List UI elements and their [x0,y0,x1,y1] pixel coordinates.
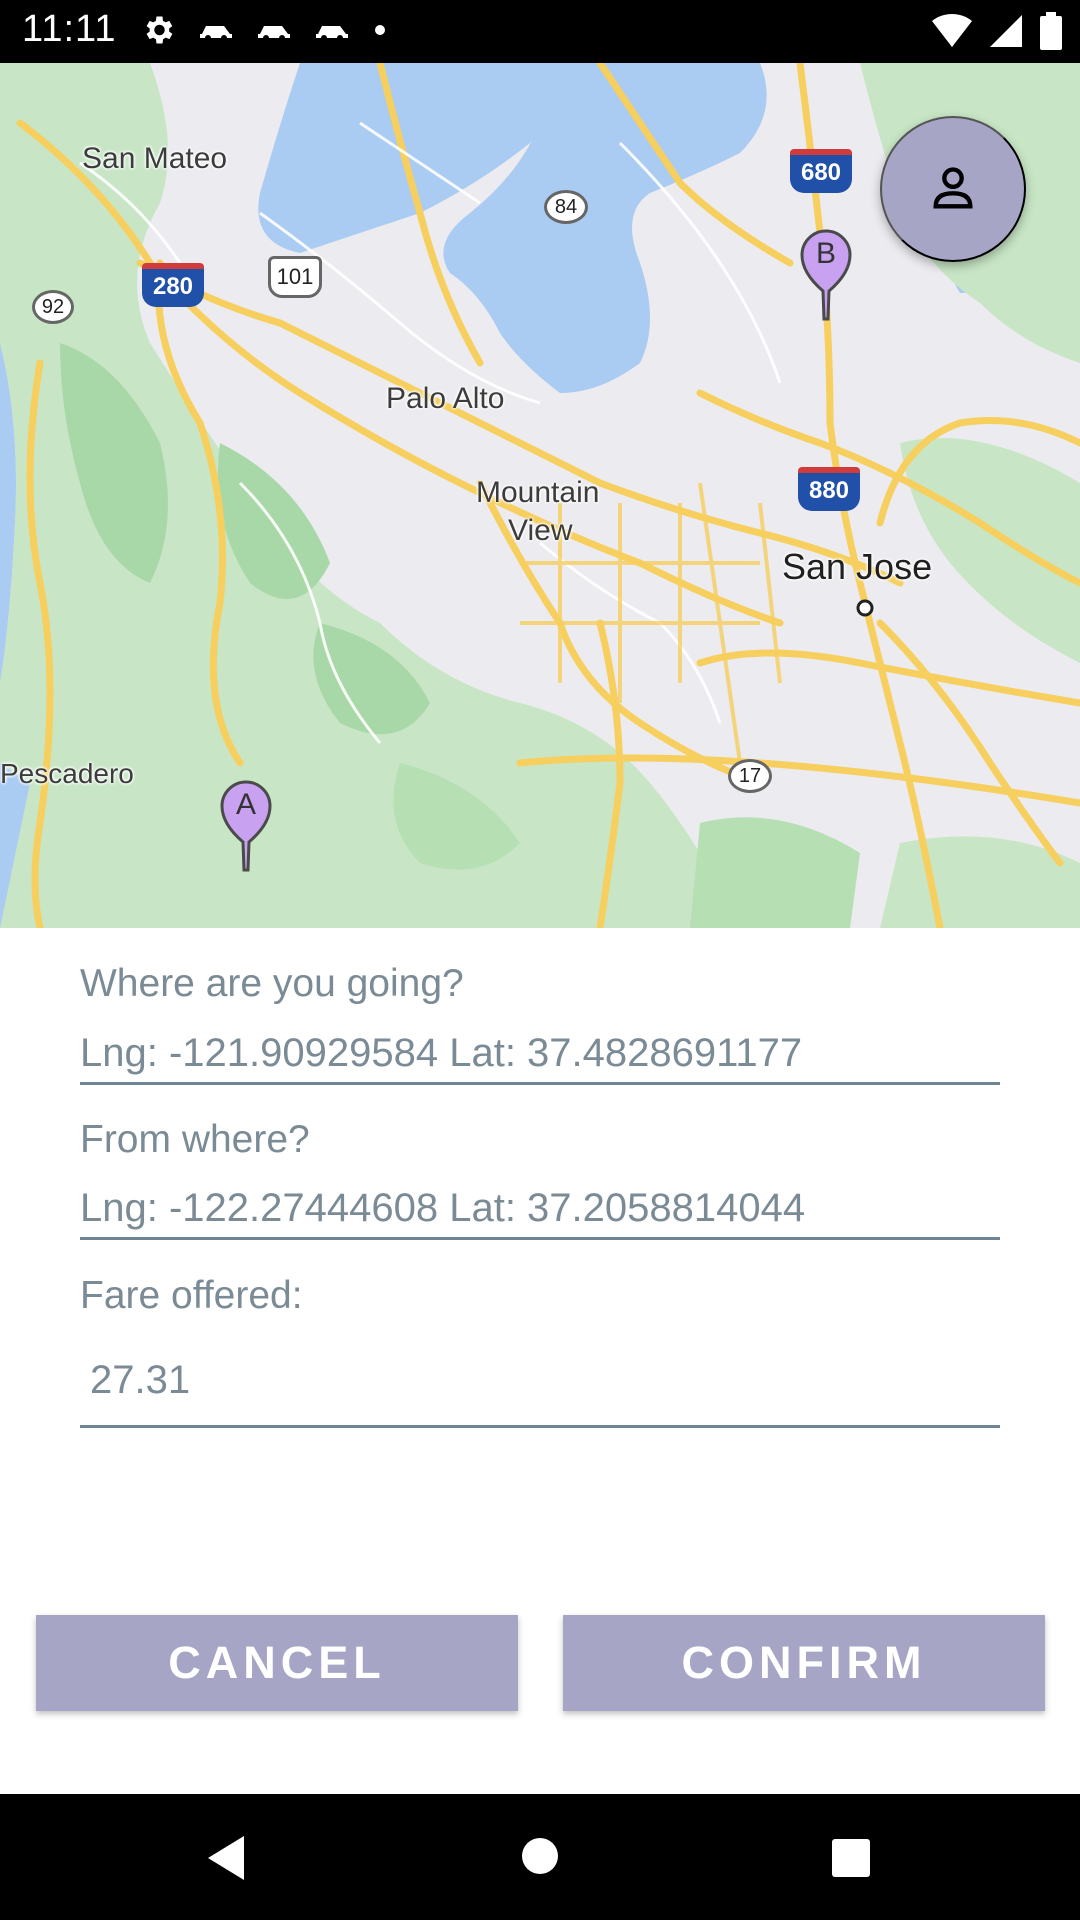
interstate-680-shield: 680 [790,149,852,193]
notification-icons [140,12,388,48]
cancel-button[interactable]: CANCEL [36,1615,518,1711]
route-84-shield: 84 [544,190,588,224]
map-label-mountain-view-line1: Mountain [476,476,600,509]
interstate-280-shield: 280 [142,263,204,307]
fare-input[interactable]: 27.31 [80,1348,1000,1428]
route-92-shield: 92 [32,290,74,324]
status-bar: 11:11 [0,0,1080,63]
home-icon[interactable] [520,1836,560,1876]
marker-a[interactable]: A [219,780,273,872]
marker-b-label: B [815,237,836,270]
route-92-label: 92 [41,296,65,318]
signal-icon [990,15,1022,47]
car-icon [258,26,290,41]
map-label-pescadero: Pescadero [0,758,134,789]
fare-label: Fare offered: [80,1274,303,1317]
marker-a-label: A [235,788,256,821]
interstate-280-label: 280 [152,273,194,300]
interstate-880-shield: 880 [798,467,860,511]
marker-b[interactable]: B [799,229,853,321]
gear-icon [146,16,173,44]
status-time: 11:11 [22,8,117,50]
map-label-palo-alto: Palo Alto [386,382,505,415]
system-icons [932,12,1062,50]
destination-field[interactable]: Lng: -121.90929584 Lat: 37.4828691177 [80,1031,1000,1085]
car-icon [316,26,348,41]
us-101-label: 101 [276,264,314,289]
map-label-mountain-view-line2: View [508,514,573,547]
us-101-shield: 101 [268,256,322,298]
san-jose-dot [856,599,874,617]
profile-button[interactable] [880,116,1026,262]
route-17-label: 17 [738,765,762,787]
map-label-san-jose: San Jose [782,546,933,587]
destination-label: Where are you going? [80,962,464,1005]
map-label-san-mateo: San Mateo [82,142,228,175]
wifi-icon [932,13,972,48]
car-icon [200,26,232,41]
interstate-880-label: 880 [808,477,850,504]
origin-label: From where? [80,1118,310,1161]
route-17-shield: 17 [728,759,772,793]
interstate-680-label: 680 [800,159,842,186]
confirm-button[interactable]: CONFIRM [563,1615,1045,1711]
route-84-label: 84 [554,196,578,218]
back-icon[interactable] [204,1834,248,1882]
battery-icon [1040,12,1062,50]
origin-field[interactable]: Lng: -122.27444608 Lat: 37.2058814044 [80,1186,1000,1240]
navigation-bar [0,1794,1080,1920]
dot-icon [375,25,385,35]
person-icon [933,167,973,209]
recents-icon[interactable] [831,1838,871,1878]
